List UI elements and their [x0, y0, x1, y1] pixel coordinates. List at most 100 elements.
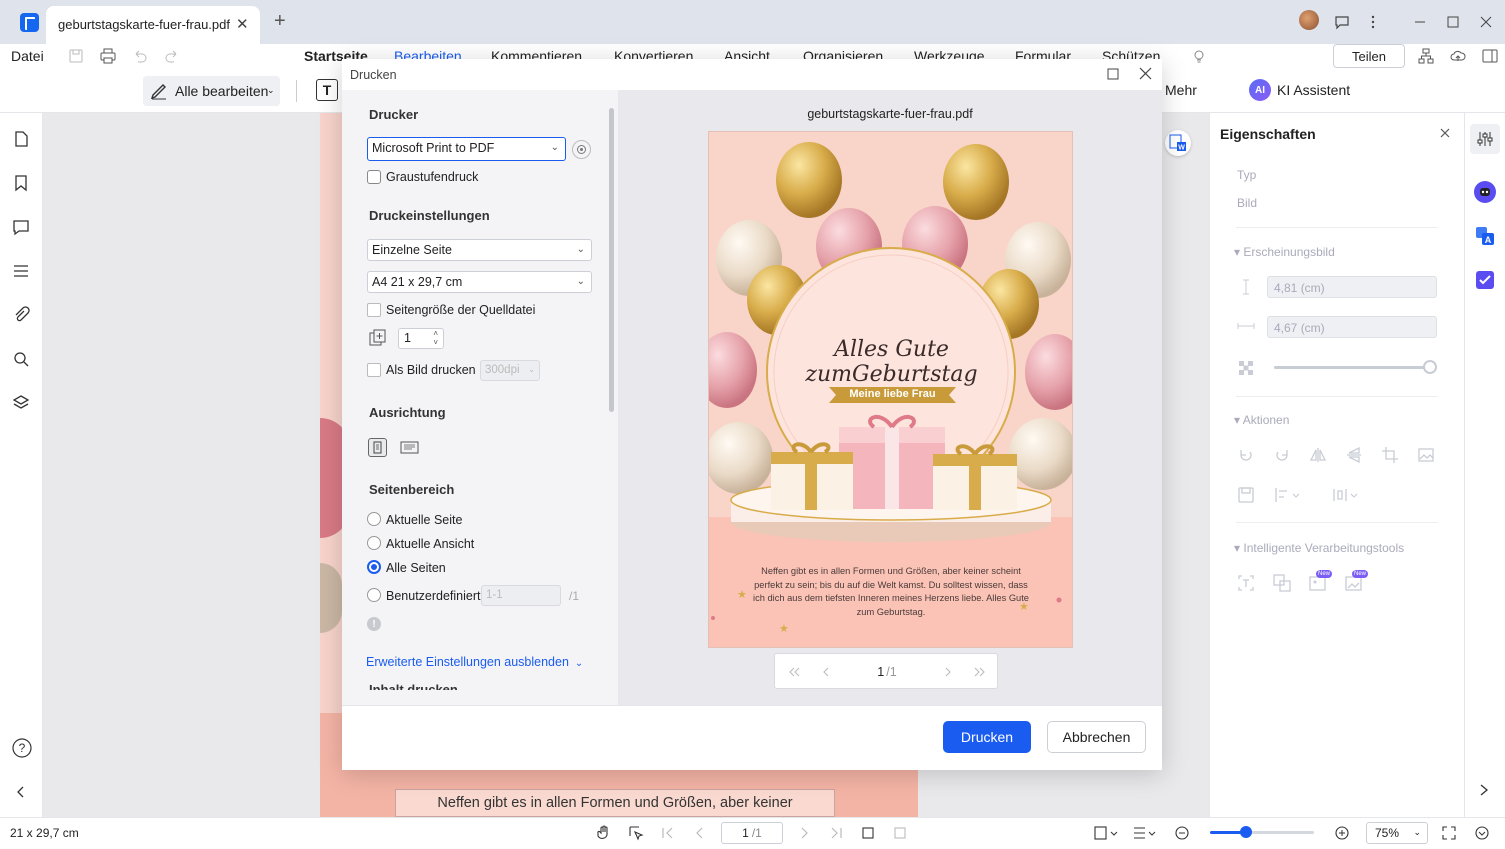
translate-image-icon[interactable]: [1273, 574, 1293, 594]
share-button[interactable]: Teilen: [1333, 44, 1405, 68]
preview-last-page-icon[interactable]: [973, 665, 987, 679]
more-button[interactable]: Mehr: [1165, 82, 1197, 98]
task-check-icon[interactable]: [1476, 271, 1494, 289]
save-icon[interactable]: [68, 48, 84, 64]
cloud-upload-icon[interactable]: [1450, 48, 1466, 64]
rotate-left-icon[interactable]: [1237, 446, 1257, 466]
cancel-button[interactable]: Abbrechen: [1047, 721, 1146, 753]
avatar[interactable]: [1299, 10, 1319, 30]
edit-all-button[interactable]: Alle bearbeiten ⌄: [143, 76, 280, 106]
translate-word-icon[interactable]: W: [1165, 130, 1191, 156]
view-options-icon[interactable]: [1474, 825, 1490, 841]
rotate-right-icon[interactable]: [1273, 446, 1293, 466]
dpi-select[interactable]: 300dpi ⌄: [480, 360, 540, 381]
add-text-icon[interactable]: T: [316, 79, 338, 101]
zoom-slider-handle[interactable]: [1240, 826, 1252, 838]
copies-stepper[interactable]: 1 ˄ ˅: [398, 328, 444, 349]
printer-select[interactable]: Microsoft Print to PDF ⌄: [367, 137, 566, 161]
redo-icon[interactable]: [164, 48, 180, 64]
minimize-icon[interactable]: [1408, 10, 1432, 34]
opacity-slider-handle[interactable]: [1423, 360, 1437, 374]
expand-right-icon[interactable]: [1476, 782, 1492, 798]
preview-previous-page-icon[interactable]: [819, 665, 833, 679]
print-as-image-checkbox[interactable]: [367, 363, 381, 377]
ai-assistant-button[interactable]: KI Assistent: [1277, 82, 1350, 98]
ai-assistant-icon[interactable]: AI: [1249, 79, 1271, 101]
range-current-page-radio[interactable]: [367, 512, 381, 526]
close-tab-icon[interactable]: ✕: [236, 15, 249, 33]
range-current-view-radio[interactable]: [367, 536, 381, 550]
printer-settings-gear-icon[interactable]: [572, 140, 591, 159]
paper-size-select[interactable]: A4 21 x 29,7 cm ⌄: [367, 271, 592, 293]
smart-tools-section[interactable]: ▾ Intelligente Verarbeitungstools: [1234, 541, 1404, 555]
close-dialog-icon[interactable]: [1139, 67, 1152, 80]
fields-icon[interactable]: [11, 261, 31, 281]
extract-image-icon[interactable]: [1237, 486, 1257, 506]
first-page-icon[interactable]: [660, 825, 676, 841]
preview-next-page-icon[interactable]: [941, 665, 955, 679]
next-page-icon[interactable]: [796, 825, 812, 841]
range-all-pages-radio[interactable]: [367, 560, 381, 574]
fullscreen-icon[interactable]: [1441, 825, 1457, 841]
width-field[interactable]: 4,67 (cm): [1267, 316, 1437, 338]
lightbulb-icon[interactable]: [1191, 48, 1207, 64]
selection-mode-icon[interactable]: [1094, 825, 1118, 841]
new-tab-button[interactable]: +: [274, 10, 286, 33]
collapse-left-icon[interactable]: [11, 782, 31, 802]
zoom-slider-track[interactable]: [1210, 831, 1314, 834]
attachment-icon[interactable]: [11, 305, 31, 325]
close-window-icon[interactable]: [1474, 10, 1498, 34]
close-panel-icon[interactable]: [1438, 126, 1452, 140]
undo-icon[interactable]: [132, 48, 148, 64]
properties-toggle-icon[interactable]: [1470, 124, 1500, 154]
previous-page-icon[interactable]: [692, 825, 708, 841]
custom-range-input[interactable]: 1-1: [481, 585, 561, 606]
preview-first-page-icon[interactable]: [787, 665, 801, 679]
ocr-icon[interactable]: [1237, 574, 1257, 594]
advanced-settings-link[interactable]: Erweiterte Einstellungen ausblenden ⌄: [366, 655, 583, 669]
zoom-in-icon[interactable]: [1334, 825, 1350, 841]
align-icon[interactable]: [1273, 486, 1309, 506]
translate-icon[interactable]: A: [1475, 226, 1495, 246]
page-mode-select[interactable]: Einzelne Seite ⌄: [367, 239, 592, 261]
source-size-checkbox[interactable]: [367, 303, 381, 317]
appearance-section[interactable]: ▾ Erscheinungsbild: [1234, 245, 1335, 259]
maximize-dialog-icon[interactable]: [1107, 68, 1119, 80]
portrait-orientation-icon[interactable]: [368, 438, 387, 457]
layers-icon[interactable]: [11, 393, 31, 413]
fit-page-icon[interactable]: [892, 825, 908, 841]
ai-chat-robot-icon[interactable]: [1474, 181, 1496, 203]
page-number-field[interactable]: 1/1: [721, 822, 783, 844]
print-button[interactable]: Drucken: [943, 721, 1031, 753]
chat-icon[interactable]: [1330, 10, 1354, 34]
settings-scrollbar[interactable]: [609, 108, 614, 412]
landscape-orientation-icon[interactable]: [399, 438, 420, 457]
opacity-slider-track[interactable]: [1274, 366, 1430, 369]
distribute-icon[interactable]: [1331, 486, 1367, 506]
zoom-level-select[interactable]: 75% ⌄: [1366, 822, 1428, 844]
zoom-out-icon[interactable]: [1174, 825, 1190, 841]
hand-tool-icon[interactable]: [596, 825, 612, 841]
more-vertical-icon[interactable]: [1361, 10, 1385, 34]
comment-icon[interactable]: [11, 217, 31, 237]
stepper-arrows-icon[interactable]: ˄ ˅: [433, 329, 438, 347]
actions-section[interactable]: ▾ Aktionen: [1234, 413, 1289, 427]
flip-horizontal-icon[interactable]: [1309, 446, 1329, 466]
last-page-icon[interactable]: [828, 825, 844, 841]
height-field[interactable]: 4,81 (cm): [1267, 276, 1437, 298]
search-icon[interactable]: [11, 349, 31, 369]
menu-file[interactable]: Datei: [11, 48, 44, 64]
help-icon[interactable]: ?: [11, 737, 32, 758]
select-tool-icon[interactable]: [628, 825, 644, 841]
page-thumbnails-icon[interactable]: [11, 129, 31, 149]
crop-icon[interactable]: [1381, 446, 1401, 466]
rotate-view-icon[interactable]: [860, 825, 876, 841]
replace-image-icon[interactable]: [1417, 446, 1437, 466]
flip-vertical-icon[interactable]: [1345, 446, 1365, 466]
maximize-icon[interactable]: [1441, 10, 1465, 34]
workflow-icon[interactable]: [1418, 48, 1434, 64]
document-tab[interactable]: geburtstagskarte-fuer-frau.pdf ✕: [46, 6, 260, 44]
range-custom-radio[interactable]: [367, 588, 381, 602]
bookmark-icon[interactable]: [11, 173, 31, 193]
print-icon[interactable]: [100, 48, 116, 64]
